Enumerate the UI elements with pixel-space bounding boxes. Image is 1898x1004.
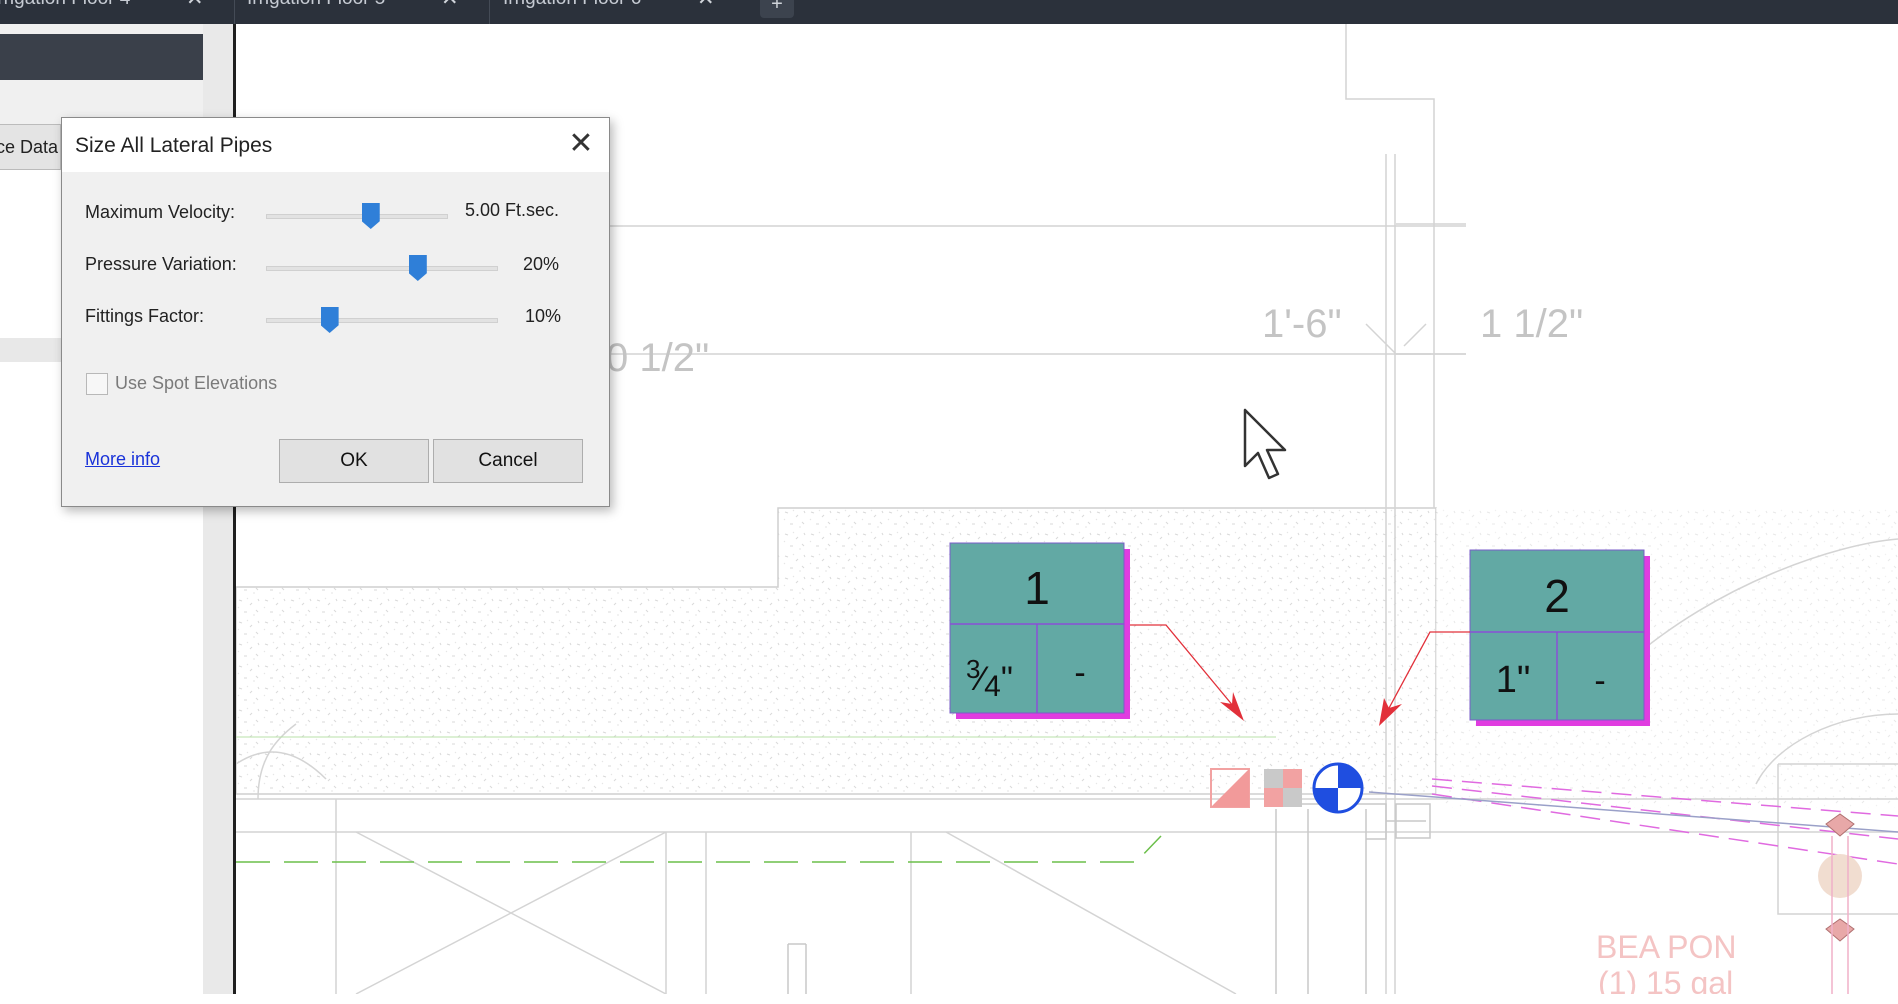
- close-icon[interactable]: ✕: [563, 126, 599, 162]
- more-info-link[interactable]: More info: [85, 449, 160, 470]
- new-tab-button[interactable]: +: [760, 0, 794, 18]
- plant-label: (1) 15 gal: [1598, 965, 1733, 994]
- tag-zone-number: 2: [1544, 570, 1570, 622]
- close-icon[interactable]: ✕: [697, 0, 715, 9]
- panel-list-row[interactable]: [0, 338, 70, 362]
- max-velocity-slider[interactable]: [266, 203, 448, 229]
- mouse-cursor-icon: [1243, 408, 1287, 480]
- fittings-factor-label: Fittings Factor:: [85, 306, 205, 326]
- tab-separator: [489, 0, 490, 24]
- slider-thumb[interactable]: [361, 203, 380, 229]
- plus-icon: +: [771, 0, 783, 15]
- panel-tab-label: ce Data: [0, 137, 59, 157]
- close-icon[interactable]: ✕: [441, 0, 459, 9]
- dialog-title-bar: Size All Lateral Pipes ✕: [62, 118, 609, 172]
- document-tab-bar: Irrigation Floor 4* ✕ Irrigation Floor 5…: [0, 0, 1898, 24]
- tab-label: Irrigation Floor 6*: [503, 0, 649, 9]
- pressure-variation-value: 20%: [523, 254, 560, 274]
- cancel-button[interactable]: Cancel: [433, 439, 583, 483]
- emitter-symbol[interactable]: [1818, 813, 1862, 994]
- pressure-variation-label: Pressure Variation:: [85, 254, 237, 274]
- tab-irrigation-floor-5[interactable]: Irrigation Floor 5* ✕: [247, 0, 459, 24]
- tab-label: Irrigation Floor 5*: [247, 0, 393, 9]
- close-icon[interactable]: ✕: [186, 0, 204, 9]
- tab-irrigation-floor-6[interactable]: Irrigation Floor 6* ✕: [503, 0, 715, 24]
- use-spot-elevations-label: Use Spot Elevations: [115, 373, 278, 393]
- plant-label: BEA PON: [1596, 929, 1737, 965]
- paving-hatch: [236, 507, 1437, 795]
- zone-tag-1[interactable]: 1 3⁄4" -: [949, 542, 1130, 719]
- pressure-variation-slider[interactable]: [266, 255, 498, 281]
- panel-header: [0, 34, 236, 80]
- size-all-lateral-pipes-dialog: Size All Lateral Pipes ✕ Maximum Velocit…: [61, 117, 610, 507]
- tag-zone-number: 1: [1024, 562, 1050, 614]
- use-spot-elevations-checkbox[interactable]: [86, 373, 108, 395]
- max-velocity-label: Maximum Velocity:: [85, 202, 236, 222]
- ok-button[interactable]: OK: [279, 439, 429, 483]
- tag-pipe-size: 1": [1496, 659, 1531, 701]
- dimension-label: 1'-6": [1262, 302, 1342, 346]
- tab-label: Irrigation Floor 4*: [0, 0, 138, 9]
- fittings-factor-value: 10%: [525, 306, 562, 326]
- tab-irrigation-floor-4[interactable]: Irrigation Floor 4* ✕: [0, 0, 204, 24]
- tag-flow: -: [1074, 654, 1085, 692]
- lateral-line-green: [236, 835, 1162, 863]
- dimension-label: 1 1/2": [1480, 302, 1583, 346]
- slider-thumb[interactable]: [320, 307, 339, 333]
- tab-separator: [234, 0, 235, 24]
- fittings-factor-slider[interactable]: [266, 307, 498, 333]
- panel-tab-service-data[interactable]: ce Data: [0, 124, 61, 170]
- max-velocity-value: 5.00 Ft.sec.: [465, 200, 560, 220]
- zone-tag-2[interactable]: 2 1" -: [1469, 549, 1650, 726]
- slider-thumb[interactable]: [408, 255, 427, 281]
- dimension-label: 0 1/2": [606, 336, 709, 380]
- dialog-title: Size All Lateral Pipes: [75, 134, 273, 157]
- tag-flow: -: [1594, 662, 1605, 700]
